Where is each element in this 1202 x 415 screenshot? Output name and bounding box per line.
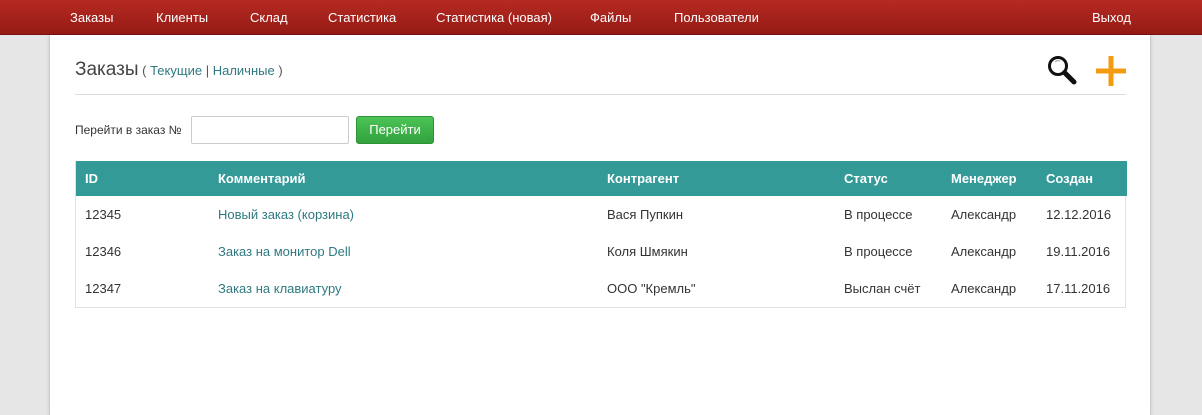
cell-contractor: ООО "Кремль" bbox=[607, 281, 696, 296]
table-row[interactable]: 12347 Заказ на клавиатуру ООО "Кремль" В… bbox=[76, 270, 1125, 307]
cell-status: В процессе bbox=[844, 244, 913, 259]
nav-users[interactable]: Пользователи bbox=[674, 0, 759, 35]
orders-table: ID Комментарий Контрагент Статус Менедже… bbox=[75, 161, 1127, 308]
table-row[interactable]: 12346 Заказ на монитор Dell Коля Шмякин … bbox=[76, 233, 1125, 270]
column-header-comment[interactable]: Комментарий bbox=[218, 161, 306, 196]
cell-created: 19.11.2016 bbox=[1046, 244, 1111, 259]
cell-manager: Александр bbox=[951, 244, 1017, 259]
page-title: Заказы bbox=[75, 59, 139, 80]
filter-current-link[interactable]: Текущие bbox=[150, 63, 202, 78]
column-header-status[interactable]: Статус bbox=[844, 161, 888, 196]
table-header: ID Комментарий Контрагент Статус Менедже… bbox=[76, 161, 1127, 196]
column-header-contractor[interactable]: Контрагент bbox=[607, 161, 679, 196]
cell-manager: Александр bbox=[951, 207, 1017, 222]
cell-created: 12.12.2016 bbox=[1046, 207, 1112, 222]
nav-clients[interactable]: Клиенты bbox=[156, 0, 208, 35]
cell-comment-link[interactable]: Новый заказ (корзина) bbox=[218, 196, 354, 233]
paren-close: ) bbox=[278, 63, 283, 78]
paren-open: ( bbox=[142, 63, 147, 78]
column-header-created[interactable]: Создан bbox=[1046, 161, 1093, 196]
cell-comment-link[interactable]: Заказ на клавиатуру bbox=[218, 270, 342, 307]
top-navbar: Заказы Клиенты Склад Статистика Статисти… bbox=[0, 0, 1202, 35]
nav-statistics-new[interactable]: Статистика (новая) bbox=[436, 0, 552, 35]
cell-id: 12347 bbox=[85, 281, 122, 296]
page-header: Заказы ( Текущие | Наличные ) bbox=[75, 59, 283, 83]
cell-status: Выслан счёт bbox=[844, 281, 921, 296]
goto-order-label: Перейти в заказ № bbox=[75, 123, 182, 137]
nav-files[interactable]: Файлы bbox=[590, 0, 631, 35]
cell-status: В процессе bbox=[844, 207, 913, 222]
cell-contractor: Коля Шмякин bbox=[607, 244, 688, 259]
cell-id: 12346 bbox=[85, 244, 122, 259]
nav-warehouse[interactable]: Склад bbox=[250, 0, 288, 35]
header-divider bbox=[75, 94, 1126, 95]
cell-id: 12345 bbox=[85, 207, 122, 222]
nav-orders[interactable]: Заказы bbox=[70, 0, 113, 35]
goto-order-input[interactable] bbox=[191, 116, 349, 144]
cell-manager: Александр bbox=[951, 281, 1017, 296]
cell-comment-link[interactable]: Заказ на монитор Dell bbox=[218, 233, 351, 270]
cell-created: 17.11.2016 bbox=[1046, 281, 1111, 296]
search-icon[interactable] bbox=[1046, 54, 1078, 86]
column-header-id[interactable]: ID bbox=[85, 161, 98, 196]
filter-separator: | bbox=[205, 63, 210, 78]
plus-icon[interactable] bbox=[1094, 54, 1128, 88]
table-row[interactable]: 12345 Новый заказ (корзина) Вася Пупкин … bbox=[76, 196, 1125, 233]
nav-statistics[interactable]: Статистика bbox=[328, 0, 396, 35]
cell-contractor: Вася Пупкин bbox=[607, 207, 684, 222]
column-header-manager[interactable]: Менеджер bbox=[951, 161, 1017, 196]
goto-order-button[interactable]: Перейти bbox=[356, 116, 434, 144]
filter-cash-link[interactable]: Наличные bbox=[213, 63, 275, 78]
nav-logout[interactable]: Выход bbox=[1092, 0, 1131, 35]
content-panel: Заказы ( Текущие | Наличные ) Перейти в … bbox=[49, 35, 1151, 415]
